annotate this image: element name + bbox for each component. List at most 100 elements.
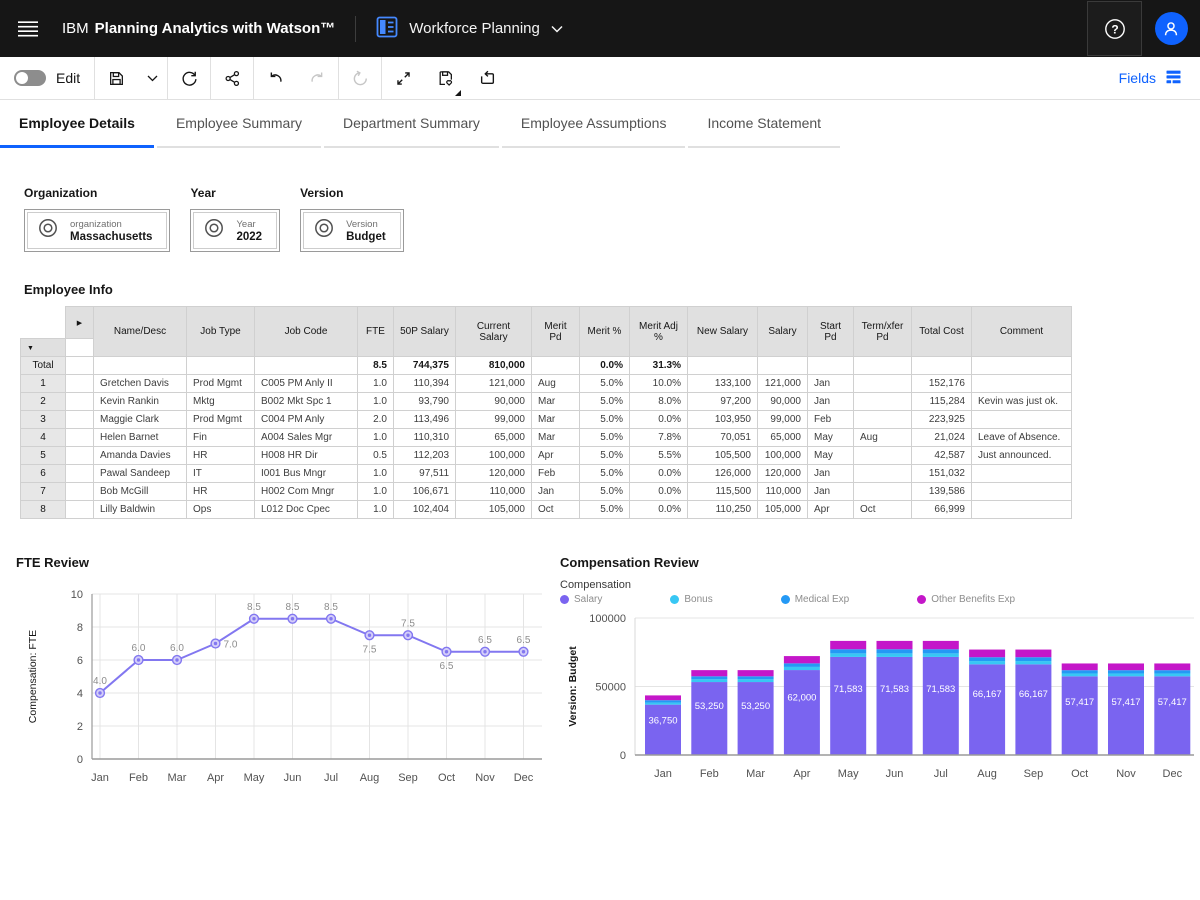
- cell[interactable]: 0.0%: [630, 411, 688, 429]
- cell[interactable]: 105,500: [688, 447, 758, 465]
- cell[interactable]: Lilly Baldwin: [94, 501, 187, 519]
- cell[interactable]: 115,284: [912, 393, 972, 411]
- edit-toggle-track[interactable]: [14, 70, 46, 86]
- cell[interactable]: 99,000: [758, 411, 808, 429]
- cell[interactable]: 31.3%: [630, 357, 688, 375]
- cell[interactable]: Aug: [532, 375, 580, 393]
- row-number-cell[interactable]: 1: [21, 375, 66, 393]
- cell[interactable]: 65,000: [758, 429, 808, 447]
- cell[interactable]: Jan: [532, 483, 580, 501]
- row-number-cell[interactable]: 8: [21, 501, 66, 519]
- legend-item-other-benefits-exp[interactable]: Other Benefits Exp: [917, 594, 1015, 605]
- cell[interactable]: 110,250: [688, 501, 758, 519]
- cell[interactable]: 105,000: [758, 501, 808, 519]
- tab-income-statement[interactable]: Income Statement: [688, 100, 840, 148]
- cell[interactable]: [972, 501, 1072, 519]
- fields-button[interactable]: Fields: [1119, 69, 1182, 88]
- column-header-50p-salary[interactable]: 50P Salary: [394, 307, 456, 357]
- cell[interactable]: 113,496: [394, 411, 456, 429]
- column-header-current-salary[interactable]: Current Salary: [456, 307, 532, 357]
- cell[interactable]: [854, 375, 912, 393]
- cell[interactable]: Apr: [808, 501, 854, 519]
- cell[interactable]: May: [808, 429, 854, 447]
- cell[interactable]: [94, 357, 187, 375]
- fte-line-chart[interactable]: 0246810JanFebMarAprMayJunJulAugSepOctNov…: [20, 570, 550, 808]
- legend-item-bonus[interactable]: Bonus: [670, 594, 712, 605]
- refresh-icon[interactable]: [168, 57, 210, 99]
- row-header-collapse-cell[interactable]: ▼: [21, 339, 66, 357]
- cell[interactable]: [187, 357, 255, 375]
- cell[interactable]: Mar: [532, 411, 580, 429]
- cell[interactable]: Helen Barnet: [94, 429, 187, 447]
- cell[interactable]: B002 Mkt Spc 1: [255, 393, 358, 411]
- row-number-cell[interactable]: 2: [21, 393, 66, 411]
- column-header-merit-[interactable]: Merit %: [580, 307, 630, 357]
- cell[interactable]: Prod Mgmt: [187, 411, 255, 429]
- cell[interactable]: Maggie Clark: [94, 411, 187, 429]
- cell[interactable]: 0.0%: [630, 501, 688, 519]
- row-number-cell[interactable]: 5: [21, 447, 66, 465]
- column-header-job-type[interactable]: Job Type: [187, 307, 255, 357]
- cell[interactable]: 21,024: [912, 429, 972, 447]
- cell[interactable]: Amanda Davies: [94, 447, 187, 465]
- cell[interactable]: 120,000: [456, 465, 532, 483]
- cell[interactable]: Kevin was just ok.: [972, 393, 1072, 411]
- cell[interactable]: Fin: [187, 429, 255, 447]
- cell[interactable]: 112,203: [394, 447, 456, 465]
- column-header-merit-pd[interactable]: Merit Pd: [532, 307, 580, 357]
- cell[interactable]: 120,000: [758, 465, 808, 483]
- column-header-comment[interactable]: Comment: [972, 307, 1072, 357]
- cell[interactable]: 5.5%: [630, 447, 688, 465]
- revert-snapshot-icon[interactable]: [466, 57, 508, 99]
- cell[interactable]: Feb: [808, 411, 854, 429]
- cell[interactable]: 1.0: [358, 393, 394, 411]
- cell[interactable]: Gretchen Davis: [94, 375, 187, 393]
- column-header-salary[interactable]: Salary: [758, 307, 808, 357]
- cell[interactable]: 100,000: [758, 447, 808, 465]
- cell[interactable]: 105,000: [456, 501, 532, 519]
- save-button[interactable]: [95, 57, 137, 99]
- cell[interactable]: 99,000: [456, 411, 532, 429]
- cell[interactable]: [758, 357, 808, 375]
- column-header-term-xfer-pd[interactable]: Term/xfer Pd: [854, 307, 912, 357]
- cell[interactable]: 103,950: [688, 411, 758, 429]
- column-header-job-code[interactable]: Job Code: [255, 307, 358, 357]
- cell[interactable]: Oct: [532, 501, 580, 519]
- cell[interactable]: 0.0%: [580, 357, 630, 375]
- cell[interactable]: 126,000: [688, 465, 758, 483]
- cell[interactable]: 5.0%: [580, 483, 630, 501]
- cell[interactable]: [255, 357, 358, 375]
- cell[interactable]: 100,000: [456, 447, 532, 465]
- cell[interactable]: 5.0%: [580, 393, 630, 411]
- cell[interactable]: 97,511: [394, 465, 456, 483]
- cell[interactable]: 90,000: [456, 393, 532, 411]
- maximize-icon[interactable]: [382, 57, 424, 99]
- cell[interactable]: Oct: [854, 501, 912, 519]
- cell[interactable]: 5.0%: [580, 411, 630, 429]
- cell[interactable]: L012 Doc Cpec: [255, 501, 358, 519]
- cell[interactable]: Prod Mgmt: [187, 375, 255, 393]
- share-icon[interactable]: [211, 57, 253, 99]
- cell[interactable]: 151,032: [912, 465, 972, 483]
- column-header-merit-adj-[interactable]: Merit Adj %: [630, 307, 688, 357]
- row-number-cell[interactable]: Total: [21, 357, 66, 375]
- cell[interactable]: Kevin Rankin: [94, 393, 187, 411]
- cell[interactable]: 10.0%: [630, 375, 688, 393]
- column-header-total-cost[interactable]: Total Cost: [912, 307, 972, 357]
- column-header-new-salary[interactable]: New Salary: [688, 307, 758, 357]
- hamburger-menu-icon[interactable]: [0, 0, 56, 57]
- compensation-bar-chart[interactable]: 050000100000Version: Budget36,750Jan53,2…: [560, 605, 1200, 803]
- column-header-name-desc[interactable]: Name/Desc: [94, 307, 187, 357]
- workbook-switcher[interactable]: Workforce Planning: [376, 16, 563, 42]
- cell[interactable]: [972, 357, 1072, 375]
- filter-selector-version[interactable]: VersionBudget: [300, 209, 404, 252]
- reset-icon[interactable]: [339, 57, 381, 99]
- cell[interactable]: 42,587: [912, 447, 972, 465]
- cell[interactable]: Pawal Sandeep: [94, 465, 187, 483]
- legend-item-salary[interactable]: Salary: [560, 594, 602, 605]
- tab-employee-details[interactable]: Employee Details: [0, 100, 154, 148]
- cell[interactable]: H002 Com Mngr: [255, 483, 358, 501]
- tab-employee-assumptions[interactable]: Employee Assumptions: [502, 100, 686, 148]
- cell[interactable]: Aug: [854, 429, 912, 447]
- cell[interactable]: [972, 465, 1072, 483]
